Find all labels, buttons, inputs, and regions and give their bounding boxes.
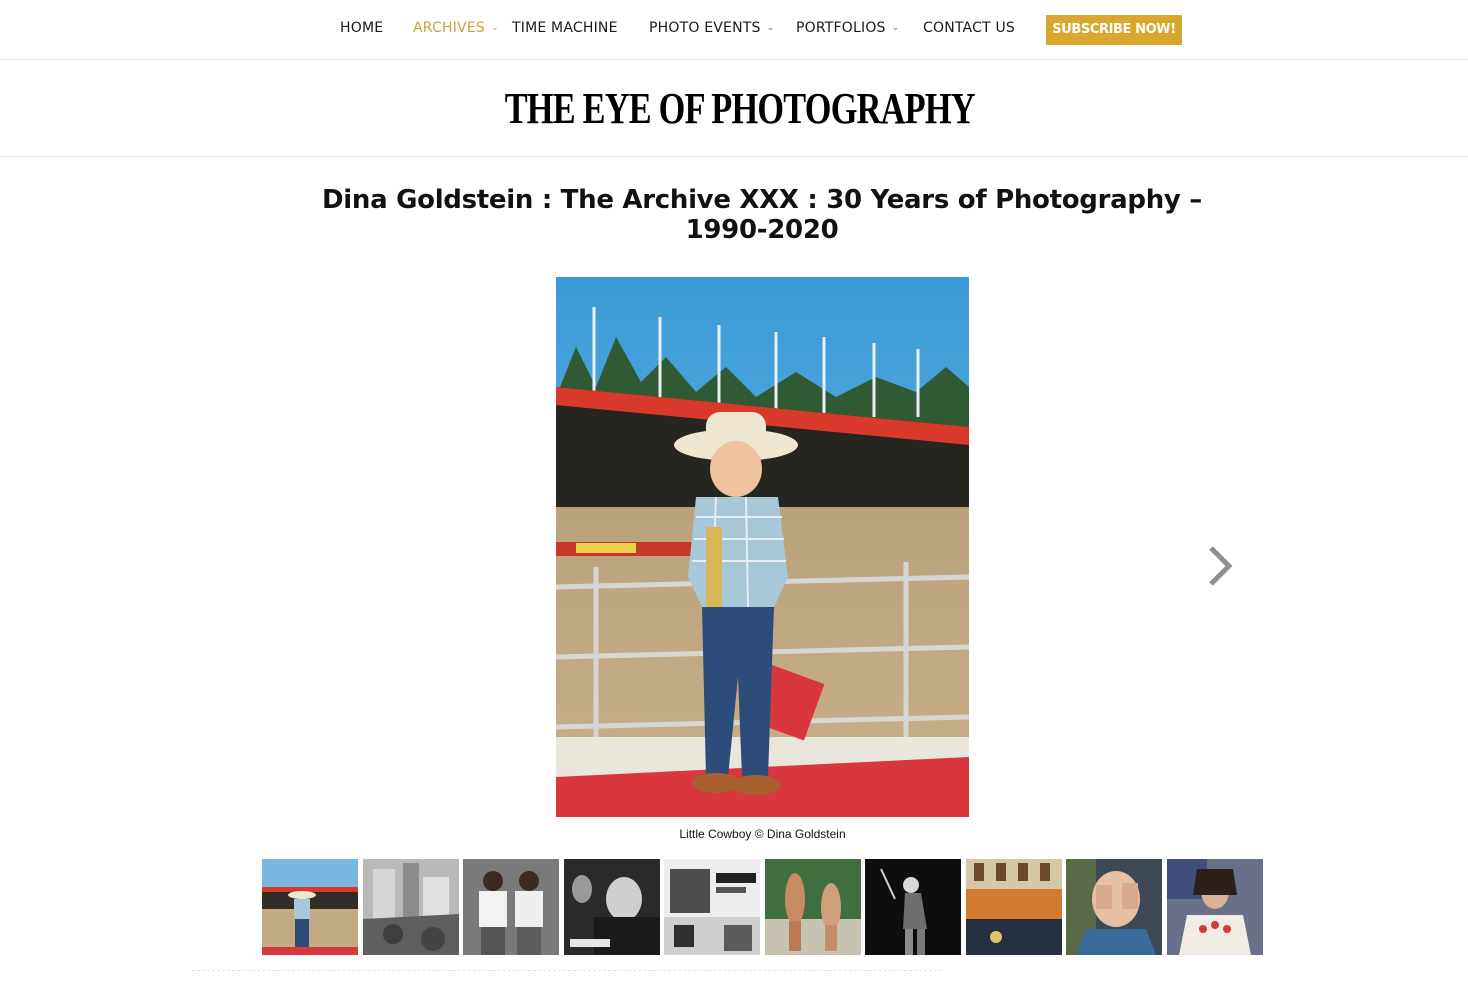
- photo-caption: Little Cowboy © Dina Goldstein: [679, 827, 846, 841]
- thumbnail-3[interactable]: [463, 859, 559, 955]
- nav-item-home[interactable]: HOME: [340, 20, 383, 40]
- main-photo[interactable]: [556, 277, 969, 817]
- nav-item-archives[interactable]: ARCHIVES ⌄: [413, 20, 499, 40]
- main-photo-image: [556, 277, 969, 817]
- chevron-down-icon: ⌄: [891, 23, 900, 33]
- chevron-down-icon: ⌄: [766, 23, 775, 33]
- article-title: Dina Goldstein : The Archive XXX : 30 Ye…: [321, 185, 1203, 245]
- chevron-right-icon[interactable]: [1203, 544, 1237, 588]
- nav-item-label: PHOTO EVENTS: [649, 20, 761, 36]
- nav-item-label: HOME: [340, 20, 384, 36]
- site-logo[interactable]: THE EYE OF PHOTOGRAPHY: [167, 83, 1312, 135]
- nav-item-label: TIME MACHINE: [512, 20, 618, 36]
- nav-item-photo-events[interactable]: PHOTO EVENTS ⌄: [649, 20, 774, 40]
- thumbnail-5[interactable]: [664, 859, 760, 955]
- thumbnail-7[interactable]: [865, 859, 961, 955]
- thumbnail-1[interactable]: [262, 859, 358, 955]
- subscribe-button[interactable]: SUBSCRIBE NOW!: [1046, 15, 1182, 45]
- thumbnail-4[interactable]: [564, 859, 660, 955]
- nav-item-label: ARCHIVES: [413, 20, 485, 36]
- thumbnail-2[interactable]: [363, 859, 459, 955]
- thumbnail-6[interactable]: [765, 859, 861, 955]
- nav-item-time-machine[interactable]: TIME MACHINE: [512, 20, 618, 40]
- nav-item-portfolios[interactable]: PORTFOLIOS ⌄: [796, 20, 899, 40]
- thumbnail-8[interactable]: [966, 859, 1062, 955]
- site-header: THE EYE OF PHOTOGRAPHY: [0, 61, 1468, 157]
- nav-item-label: PORTFOLIOS: [796, 20, 886, 36]
- thumbnail-10[interactable]: [1167, 859, 1263, 955]
- nav-item-contact-us[interactable]: CONTACT US: [923, 20, 1015, 40]
- thumbnail-9[interactable]: [1066, 859, 1162, 955]
- nav-item-label: CONTACT US: [923, 20, 1015, 36]
- chevron-down-icon: ⌄: [490, 23, 499, 33]
- section-divider: [192, 970, 942, 971]
- top-navigation: HOME ARCHIVES ⌄ TIME MACHINE PHOTO EVENTS…: [0, 0, 1468, 60]
